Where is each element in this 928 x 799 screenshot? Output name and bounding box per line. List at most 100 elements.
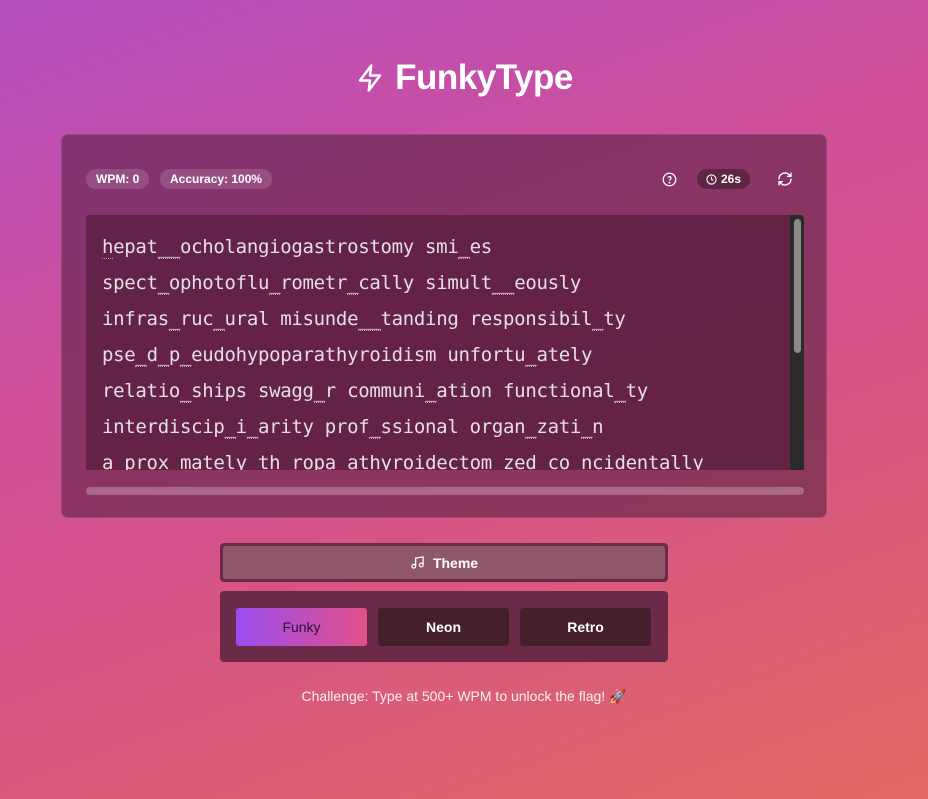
missing-char: _ bbox=[592, 308, 604, 331]
missing-char: __ bbox=[491, 272, 515, 295]
text-segment: relatio bbox=[102, 380, 180, 402]
missing-char: _ bbox=[280, 452, 292, 470]
text-segment: epat bbox=[113, 236, 158, 258]
missing-char: _ bbox=[213, 308, 225, 331]
app-title: FunkyType bbox=[0, 58, 928, 98]
typing-line: spect_ophotoflu_rometr_cally simult__eou… bbox=[102, 265, 704, 301]
missing-char: _ bbox=[157, 272, 169, 295]
progress-bar bbox=[86, 487, 804, 495]
theme-options-panel: Funky Neon Retro bbox=[220, 591, 668, 662]
typing-line: interdiscip_i_arity prof_ssional organ_z… bbox=[102, 409, 704, 445]
missing-char: _ bbox=[168, 308, 180, 331]
missing-char: _ bbox=[347, 272, 359, 295]
vertical-scrollbar-thumb[interactable] bbox=[794, 219, 801, 353]
missing-char: _ bbox=[179, 380, 192, 403]
typing-card: WPM: 0 Accuracy: 100% 26s hepat__ocholan… bbox=[61, 134, 827, 518]
typing-line: infras_ruc_ural misunde__tanding respons… bbox=[102, 301, 704, 337]
text-segment: ships swagg bbox=[191, 380, 314, 402]
text-segment: eously bbox=[514, 272, 582, 294]
text-segment: interdiscip bbox=[102, 416, 225, 438]
missing-char: _ bbox=[313, 380, 325, 403]
theme-toggle-bar: Theme bbox=[220, 543, 668, 582]
help-circle-icon bbox=[662, 172, 676, 186]
text-segment: cally simult bbox=[358, 272, 492, 294]
typing-line: pse_d_p_eudohypoparathyroidism unfortu_a… bbox=[102, 337, 704, 373]
missing-char: _ bbox=[569, 452, 581, 470]
missing-char: _ bbox=[525, 416, 537, 439]
theme-option-retro[interactable]: Retro bbox=[520, 608, 651, 646]
missing-char: _ bbox=[581, 416, 593, 439]
text-segment: ocholangiogastrostomy smi bbox=[179, 236, 459, 258]
missing-char: _ bbox=[614, 380, 626, 403]
typing-text: hepat__ocholangiogastrostomy smi_es spect… bbox=[102, 229, 704, 470]
text-segment: ation functional bbox=[436, 380, 615, 402]
text-segment: i bbox=[235, 416, 247, 438]
missing-char: __ bbox=[358, 308, 381, 331]
cursor-char: h bbox=[102, 236, 114, 259]
missing-char: __ bbox=[157, 236, 180, 259]
text-segment: ssional organ bbox=[380, 416, 526, 438]
missing-char: _ bbox=[135, 344, 147, 367]
theme-toggle-button[interactable]: Theme bbox=[223, 546, 665, 579]
missing-char: _ bbox=[269, 272, 281, 295]
text-segment: arity prof bbox=[257, 416, 370, 438]
text-segment: p bbox=[168, 344, 180, 366]
accuracy-badge: Accuracy: 100% bbox=[160, 169, 273, 189]
typing-line: hepat__ocholangiogastrostomy smi_es bbox=[102, 229, 704, 265]
text-segment: spect bbox=[102, 272, 158, 294]
theme-option-funky[interactable]: Funky bbox=[236, 608, 367, 646]
challenge-text: Challenge: Type at 500+ WPM to unlock th… bbox=[301, 688, 627, 704]
missing-char: _ bbox=[157, 344, 169, 367]
text-segment: pse bbox=[102, 344, 136, 366]
timer-value: 26s bbox=[721, 172, 742, 186]
text-segment: eudohypoparathyroidism unfortu bbox=[191, 344, 526, 366]
wpm-badge: WPM: 0 bbox=[86, 169, 150, 189]
text-segment: ophotoflu bbox=[168, 272, 270, 294]
clock-icon bbox=[706, 173, 717, 185]
text-segment: zati bbox=[536, 416, 581, 438]
text-segment: athyroidectom bbox=[347, 452, 492, 470]
missing-char: _ bbox=[246, 416, 258, 439]
missing-char: _ bbox=[458, 236, 470, 259]
text-segment: prox bbox=[124, 452, 169, 470]
text-segment: n bbox=[592, 416, 604, 438]
missing-char: _ bbox=[491, 452, 503, 470]
text-segment: ately bbox=[536, 344, 593, 366]
text-segment: tanding responsibil bbox=[380, 308, 593, 330]
text-segment: zed co bbox=[503, 452, 570, 470]
refresh-icon bbox=[778, 172, 792, 186]
text-segment: mately th bbox=[179, 452, 281, 470]
timer-badge: 26s bbox=[697, 169, 751, 189]
theme-toggle-label: Theme bbox=[432, 554, 479, 571]
typing-line: a_prox_mately th_ropa_athyroidectom_zed … bbox=[102, 445, 704, 470]
text-segment: ruc bbox=[179, 308, 214, 330]
music-note-icon bbox=[411, 556, 424, 569]
missing-char: _ bbox=[168, 452, 180, 470]
missing-char: _ bbox=[369, 416, 381, 439]
text-segment: ropa bbox=[291, 452, 336, 470]
missing-char: _ bbox=[113, 452, 125, 470]
text-segment: rometr bbox=[280, 272, 348, 294]
missing-char: _ bbox=[425, 380, 437, 403]
theme-option-neon[interactable]: Neon bbox=[378, 608, 509, 646]
text-segment: ty bbox=[625, 380, 649, 402]
text-segment: a bbox=[102, 452, 114, 470]
missing-char: _ bbox=[224, 416, 236, 439]
help-button[interactable] bbox=[660, 170, 678, 188]
app-title-text: FunkyType bbox=[395, 58, 573, 97]
text-segment: ural misunde bbox=[224, 308, 359, 330]
text-segment: es bbox=[469, 236, 493, 258]
missing-char: _ bbox=[335, 452, 347, 470]
missing-char: _ bbox=[179, 344, 192, 367]
text-segment: ty bbox=[603, 308, 626, 330]
text-segment: d bbox=[146, 344, 158, 366]
text-segment: r communi bbox=[324, 380, 426, 402]
refresh-button[interactable] bbox=[775, 169, 795, 189]
missing-char: _ bbox=[525, 344, 537, 367]
typing-line: relatio_ships swagg_r communi_ation func… bbox=[102, 373, 704, 409]
text-segment: infras bbox=[102, 308, 169, 330]
vertical-scrollbar[interactable] bbox=[790, 215, 804, 470]
lightning-bolt-icon bbox=[358, 64, 382, 92]
text-segment: ncidentally bbox=[581, 452, 704, 470]
typing-text-area[interactable]: hepat__ocholangiogastrostomy smi_es spect… bbox=[86, 215, 804, 470]
